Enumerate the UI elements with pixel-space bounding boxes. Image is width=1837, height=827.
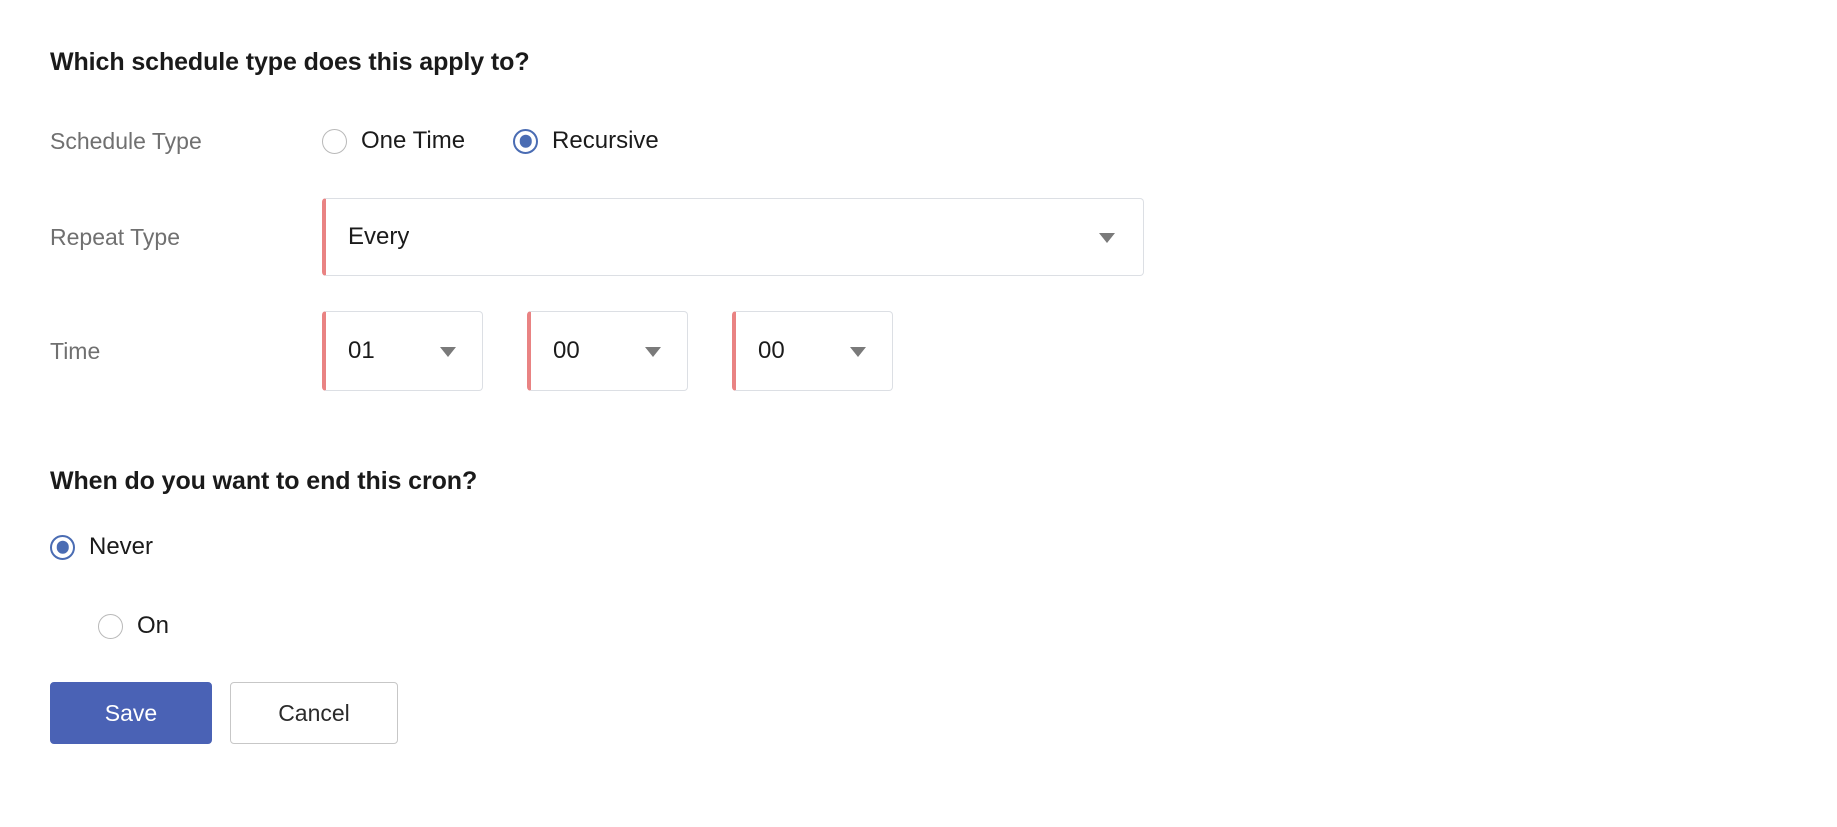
radio-option-never[interactable]: Never	[50, 533, 153, 561]
time-minutes-select[interactable]: 00	[527, 311, 688, 391]
time-seconds-select[interactable]: 00	[732, 311, 893, 391]
repeat-type-label: Repeat Type	[50, 223, 181, 250]
save-button[interactable]: Save	[50, 682, 212, 744]
repeat-type-select[interactable]: Every	[322, 198, 1144, 276]
time-hours-select[interactable]: 01	[322, 311, 483, 391]
radio-option-on[interactable]: On	[98, 612, 169, 640]
time-minutes-value: 00	[553, 337, 580, 364]
radio-on-indicator[interactable]	[98, 613, 123, 639]
cancel-button[interactable]: Cancel	[230, 682, 398, 744]
radio-one-time-indicator[interactable]	[322, 128, 347, 154]
chevron-down-icon	[440, 347, 456, 357]
radio-never-indicator[interactable]	[50, 534, 75, 560]
radio-option-recursive[interactable]: Recursive	[513, 127, 659, 155]
radio-one-time-label: One Time	[361, 127, 466, 154]
schedule-type-row: Schedule Type One Time Recursive	[50, 124, 659, 158]
end-cron-section-heading: When do you want to end this cron?	[50, 467, 478, 495]
time-label: Time	[50, 337, 101, 364]
time-select-group: 01 00 00	[322, 311, 893, 391]
time-row: Time 01 00 00	[50, 310, 893, 392]
chevron-down-icon	[645, 347, 661, 357]
chevron-down-icon	[1099, 233, 1115, 243]
schedule-type-radio-group: One Time Recursive	[322, 127, 659, 155]
radio-on-label: On	[137, 612, 170, 639]
chevron-down-icon	[850, 347, 866, 357]
radio-never-label: Never	[89, 533, 154, 560]
radio-recursive-indicator[interactable]	[513, 128, 539, 154]
radio-option-one-time[interactable]: One Time	[322, 127, 465, 155]
radio-recursive-label: Recursive	[552, 127, 659, 154]
cron-schedule-form: Which schedule type does this apply to? …	[0, 0, 1837, 827]
time-seconds-value: 00	[758, 337, 785, 364]
schedule-type-label: Schedule Type	[50, 127, 202, 154]
form-action-bar: Save Cancel	[50, 682, 398, 744]
repeat-type-selected-value: Every	[348, 223, 410, 250]
schedule-type-section-heading: Which schedule type does this apply to?	[50, 48, 530, 76]
time-hours-value: 01	[348, 337, 375, 364]
repeat-type-row: Repeat Type Every	[50, 196, 1144, 278]
